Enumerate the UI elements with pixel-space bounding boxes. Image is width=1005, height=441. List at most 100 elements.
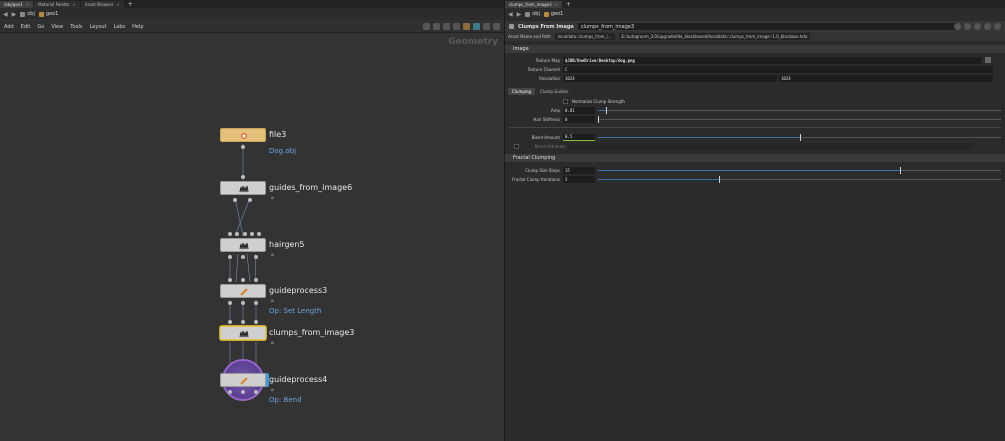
slider-handle[interactable] bbox=[598, 115, 599, 123]
resolution-x-field[interactable]: 1024 bbox=[563, 74, 777, 82]
output-connector[interactable] bbox=[254, 390, 258, 394]
edit-icon[interactable] bbox=[964, 23, 971, 30]
asset-name-field[interactable]: localdata::clumps_from_i... bbox=[554, 33, 615, 40]
menu-edit[interactable]: Edit bbox=[21, 24, 31, 30]
output-connector[interactable] bbox=[241, 301, 245, 305]
node-hairgen5[interactable] bbox=[220, 238, 266, 252]
input-connector[interactable] bbox=[228, 232, 232, 236]
back-arrow-icon[interactable]: ◀ bbox=[508, 11, 513, 18]
layout-icon[interactable] bbox=[433, 23, 440, 30]
input-connector[interactable] bbox=[250, 232, 254, 236]
node-name-field[interactable]: clumps_from_image3 bbox=[577, 23, 958, 30]
slider-handle[interactable] bbox=[606, 106, 608, 114]
breadcrumb-obj[interactable]: obj bbox=[20, 11, 35, 17]
close-icon[interactable]: × bbox=[26, 2, 29, 7]
menu-help[interactable]: Help bbox=[132, 24, 143, 30]
input-connector[interactable] bbox=[228, 278, 232, 282]
menu-labs[interactable]: Labs bbox=[114, 24, 126, 30]
slider-handle[interactable] bbox=[799, 133, 801, 141]
output-connector[interactable] bbox=[241, 390, 245, 394]
input-connector[interactable] bbox=[243, 232, 247, 236]
tools-icon[interactable] bbox=[423, 23, 430, 30]
blend-amount-slider[interactable] bbox=[598, 133, 1001, 141]
node-guides-from-image6[interactable] bbox=[220, 181, 266, 195]
asset-path-field[interactable]: E:/autogroom_3.0/upgrade/lda_blackboxed/… bbox=[618, 33, 811, 40]
help-icon[interactable] bbox=[493, 23, 500, 30]
tab-clump-guides[interactable]: Clump Guides bbox=[536, 88, 573, 95]
menu-add[interactable]: Add bbox=[4, 24, 14, 30]
output-connector[interactable] bbox=[254, 255, 258, 259]
hair-stiffness-field[interactable]: 0 bbox=[563, 115, 595, 123]
breadcrumb-obj[interactable]: obj bbox=[525, 11, 540, 17]
close-icon[interactable]: × bbox=[116, 2, 119, 7]
node-guideprocess3[interactable] bbox=[220, 284, 266, 298]
input-connector[interactable] bbox=[228, 320, 232, 324]
forward-arrow-icon[interactable]: ▶ bbox=[517, 11, 522, 18]
menu-tools[interactable]: Tools bbox=[70, 24, 82, 30]
hair-stiffness-slider[interactable] bbox=[598, 115, 1001, 123]
output-connector[interactable] bbox=[254, 301, 258, 305]
output-connector[interactable] bbox=[241, 145, 245, 149]
fractal-iterations-slider[interactable] bbox=[598, 175, 1001, 183]
clump-size-steps-slider[interactable] bbox=[598, 166, 1001, 174]
file-browse-icon[interactable] bbox=[985, 57, 991, 63]
search-icon[interactable] bbox=[974, 23, 981, 30]
back-arrow-icon[interactable]: ◀ bbox=[3, 11, 8, 18]
tab-clumps-from-image3[interactable]: clumps_from_image3 × bbox=[505, 0, 563, 8]
output-connector[interactable] bbox=[241, 255, 245, 259]
input-connector[interactable] bbox=[254, 278, 258, 282]
asset-tab[interactable]: Asset Name and Path bbox=[508, 34, 551, 39]
display-options-icon[interactable] bbox=[453, 23, 460, 30]
color-icon[interactable] bbox=[473, 23, 480, 30]
tab-material-palette[interactable]: Material Palette × bbox=[34, 0, 80, 8]
tab-asset-browser[interactable]: Asset Browser × bbox=[80, 0, 124, 8]
forward-arrow-icon[interactable]: ▶ bbox=[12, 11, 17, 18]
fractal-section-header[interactable]: Fractal Clumping bbox=[505, 154, 1005, 162]
normalize-checkbox[interactable] bbox=[563, 98, 568, 104]
resolution-y-field[interactable]: 1024 bbox=[779, 74, 993, 82]
node-guideprocess4[interactable] bbox=[220, 373, 266, 387]
close-icon[interactable]: × bbox=[555, 2, 558, 7]
palette-icon[interactable] bbox=[463, 23, 470, 30]
zoom-icon[interactable] bbox=[483, 23, 490, 30]
blend-attribute-field[interactable] bbox=[568, 142, 973, 150]
amp-field[interactable]: 0.01 bbox=[563, 106, 595, 114]
add-tab-icon[interactable]: + bbox=[125, 1, 136, 8]
amp-slider[interactable] bbox=[598, 106, 1001, 114]
close-icon[interactable]: × bbox=[73, 2, 76, 7]
menu-layout[interactable]: Layout bbox=[90, 24, 107, 30]
slider-handle[interactable] bbox=[900, 166, 902, 174]
node-clumps-from-image3[interactable] bbox=[220, 326, 266, 340]
clump-size-steps-field[interactable]: 15 bbox=[563, 166, 595, 174]
texture-map-field[interactable]: $JOB/OneDrive/Desktop/dog.png bbox=[563, 56, 981, 64]
slider-handle[interactable] bbox=[718, 175, 720, 183]
input-connector[interactable] bbox=[254, 320, 258, 324]
output-connector[interactable] bbox=[228, 390, 232, 394]
grid-icon[interactable] bbox=[443, 23, 450, 30]
tab-obj-geo1[interactable]: /obj/geo1 × bbox=[0, 0, 34, 8]
tab-clumping[interactable]: Clumping bbox=[508, 88, 536, 95]
gear-icon[interactable] bbox=[954, 23, 961, 30]
input-connector[interactable] bbox=[257, 232, 261, 236]
blend-attribute-checkbox[interactable] bbox=[514, 143, 519, 149]
blend-amount-field[interactable]: 0.5 bbox=[563, 133, 595, 141]
menu-go[interactable]: Go bbox=[37, 24, 44, 30]
output-connector[interactable] bbox=[233, 198, 237, 202]
input-connector[interactable] bbox=[241, 278, 245, 282]
image-section-header[interactable]: Image bbox=[505, 45, 1005, 53]
input-connector[interactable] bbox=[235, 232, 239, 236]
info-icon[interactable] bbox=[984, 23, 991, 30]
output-connector[interactable] bbox=[228, 301, 232, 305]
output-connector[interactable] bbox=[228, 255, 232, 259]
output-connector[interactable] bbox=[248, 198, 252, 202]
input-connector[interactable] bbox=[241, 175, 245, 179]
texture-channel-field[interactable]: C bbox=[563, 65, 993, 73]
input-connector[interactable] bbox=[241, 320, 245, 324]
node-file3[interactable] bbox=[220, 128, 266, 142]
add-tab-icon[interactable]: + bbox=[563, 1, 574, 8]
breadcrumb-geo1[interactable]: geo1 bbox=[543, 11, 563, 17]
fractal-iterations-field[interactable]: 3 bbox=[563, 175, 595, 183]
menu-view[interactable]: View bbox=[51, 24, 63, 30]
help-icon[interactable] bbox=[994, 23, 1001, 30]
breadcrumb-geo1[interactable]: geo1 bbox=[38, 11, 58, 17]
